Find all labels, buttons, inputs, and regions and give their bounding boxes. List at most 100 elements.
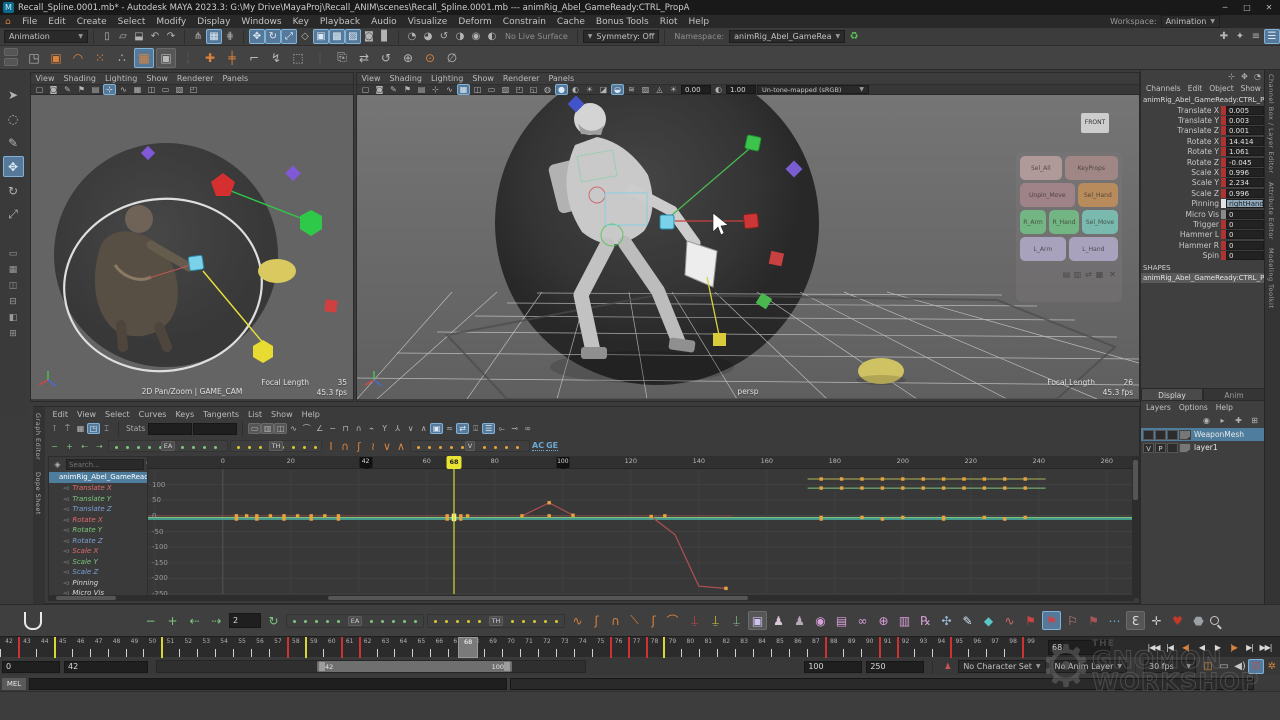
ab-tangent-flat-icon[interactable]: ⌒ — [663, 611, 682, 630]
layout-two-stacked-icon[interactable]: ⊟ — [3, 295, 24, 309]
vp-left-menu-view[interactable]: View — [31, 74, 59, 83]
channel-name[interactable]: Rotate Y — [1141, 147, 1221, 156]
motion-trail-icon[interactable]: ◠ — [68, 48, 88, 68]
cb-manip-icon[interactable]: ✥ — [1238, 71, 1251, 82]
cb-menu-edit[interactable]: Edit — [1185, 84, 1206, 93]
tangent-fixed-icon[interactable]: Ⅰ — [324, 439, 338, 454]
ab-th-chip[interactable]: TH — [489, 616, 504, 626]
select-box-tool-icon[interactable]: ▣ — [748, 611, 767, 630]
timeline-key-91[interactable] — [879, 637, 881, 658]
time-slider[interactable]: 4243444546474849505152535455565758596061… — [0, 636, 1280, 657]
ge-lock-weights-icon[interactable]: ∧ — [417, 423, 430, 434]
range-end-handle[interactable] — [504, 662, 510, 671]
loop-icon[interactable]: ↻ — [264, 611, 283, 630]
cb-menu-object[interactable]: Object — [1206, 84, 1236, 93]
layer-name[interactable]: layer1 — [1192, 443, 1218, 452]
grid-snap-shelf-icon[interactable]: ▦ — [134, 48, 154, 68]
ge-auto-tangent-icon[interactable]: ⌁ — [365, 423, 378, 434]
select-hierarchy-icon[interactable]: ⋔ — [190, 29, 206, 44]
time-bookmark-42[interactable]: 42 — [359, 457, 372, 468]
home-icon[interactable]: ⌂ — [5, 17, 11, 27]
ge-clamped-icon[interactable]: ⌒ — [300, 423, 313, 434]
ac-button[interactable]: AC — [532, 441, 544, 451]
picker-button-sel-all[interactable]: Sel_All — [1020, 156, 1062, 180]
step-size-field[interactable]: 2 — [229, 613, 261, 628]
vp-left-menu-show[interactable]: Show — [142, 74, 173, 83]
vp-left-menu-shading[interactable]: Shading — [59, 74, 101, 83]
layer-display-type-toggle[interactable] — [1167, 443, 1178, 453]
ge-channel-row[interactable]: ◅Scale X — [49, 546, 147, 557]
ge-stack-curves-icon[interactable]: ☰ — [482, 423, 495, 434]
cyan-cube-control[interactable] — [188, 255, 204, 271]
channel-value-field[interactable]: 0.996 — [1226, 168, 1264, 177]
vpc-camera-attrs-icon[interactable]: ✎ — [387, 84, 400, 95]
snap-rotate-icon[interactable]: ↻ — [265, 29, 281, 44]
layer-name[interactable]: WeaponMesh — [1192, 430, 1244, 439]
timeline-key-76[interactable] — [610, 637, 612, 658]
menu-modify[interactable]: Modify — [151, 17, 192, 27]
channel-value-field[interactable]: 0 — [1226, 241, 1264, 250]
vpc-safe-title-icon[interactable]: ◱ — [527, 84, 540, 95]
channel-value-field[interactable]: -0.045 — [1226, 158, 1264, 167]
ge-step-icon[interactable]: ⊓ — [339, 423, 352, 434]
ge-channel-row[interactable]: ◅Pinning — [49, 578, 147, 589]
rotate-tool-icon[interactable]: ↻ — [3, 180, 24, 201]
tab-channel-box-layer-editor[interactable]: Channel Box / Layer Editor — [1265, 70, 1277, 178]
layer-playback-toggle[interactable]: P — [1155, 443, 1166, 453]
tangent-stepped-icon[interactable]: ∧ — [394, 439, 408, 454]
channel-value-field[interactable]: 2.234 — [1226, 178, 1264, 187]
vpc-motionblur-icon[interactable]: ≋ — [625, 84, 638, 95]
channel-value-field[interactable]: 0.005 — [1226, 106, 1264, 115]
vpc-grease-icon[interactable]: ∿ — [443, 84, 456, 95]
vpc-isolate-icon[interactable]: ◬ — [653, 84, 666, 95]
ab-add-key-icon[interactable]: + — [163, 611, 182, 630]
ge-isolate-select-icon[interactable]: ▣ — [430, 423, 443, 434]
ab-tangent-spline-icon[interactable]: ʃ — [587, 611, 606, 630]
undo-icon[interactable]: ↶ — [147, 29, 163, 44]
layer-playback-icon[interactable]: ▸ — [1216, 415, 1229, 426]
yellow-blob-control[interactable] — [258, 259, 296, 283]
channel-mute-icon[interactable]: ◅ — [63, 516, 68, 524]
cb-pin-icon[interactable]: ⊹ — [1225, 71, 1238, 82]
bake-anim-icon[interactable]: ⬚ — [288, 48, 308, 68]
layer-menu-layers[interactable]: Layers — [1143, 403, 1174, 412]
playblast-btn-icon[interactable]: ▭ — [1216, 659, 1232, 674]
ge-button[interactable]: GE — [546, 441, 558, 451]
timeline-key-79[interactable] — [663, 637, 665, 658]
layer-color-swatch[interactable] — [1179, 443, 1191, 453]
menu-cache[interactable]: Cache — [551, 17, 590, 27]
namespace-refresh-icon[interactable]: ♻ — [846, 29, 862, 44]
namespace-dropdown[interactable]: animRig_Abel_GameRea▼ — [729, 30, 845, 43]
channel-name[interactable]: Translate Z — [1141, 126, 1221, 135]
more-options-icon[interactable]: ⋯ — [1105, 611, 1124, 630]
timeline-key-59[interactable] — [305, 637, 307, 658]
picker-button-r-arm[interactable]: R_Arm — [1020, 210, 1046, 234]
ge-menu-curves[interactable]: Curves — [134, 410, 171, 419]
menu-select[interactable]: Select — [112, 17, 151, 27]
open-scene-icon[interactable]: ▱ — [115, 29, 131, 44]
maximize-button[interactable]: □ — [1236, 3, 1258, 12]
outliner-hscrollbar[interactable] — [48, 595, 148, 601]
ge-channel-name[interactable]: Pinning — [72, 579, 98, 587]
ab-next-key-icon[interactable]: ⇢ — [207, 611, 226, 630]
ge-menu-edit[interactable]: Edit — [48, 410, 73, 419]
layout-persp-outliner-icon[interactable]: ◧ — [3, 311, 24, 325]
graph-editor-time-ruler[interactable]: 02060801201401601802002202402604210068 — [148, 456, 1134, 469]
layer-new-selected-icon[interactable]: ⊞ — [1248, 415, 1261, 426]
ge-frame-playback-icon[interactable]: ▥ — [261, 423, 274, 434]
gamma-icon[interactable]: ◐ — [712, 84, 725, 95]
ge-region-tool-icon[interactable]: ◳ — [87, 423, 100, 434]
ge-add-key-icon[interactable]: + — [63, 441, 76, 452]
render-iprtoggle-icon[interactable]: ◑ — [452, 29, 468, 44]
snap-plane-icon[interactable]: ▨ — [345, 29, 361, 44]
outliner-root-node[interactable]: animRig_Abel_GameReady — [49, 472, 147, 483]
timing-diamond-icon[interactable]: ◆ — [979, 611, 998, 630]
stats-frame-field[interactable] — [148, 423, 192, 435]
rig-toggle-icon[interactable]: ℞ — [916, 611, 935, 630]
ge-unify-tangents-icon[interactable]: ⅄ — [391, 423, 404, 434]
vpc-xray-icon[interactable]: ▨ — [639, 84, 652, 95]
epsilon-tool-icon[interactable]: Ɛ — [1126, 611, 1145, 630]
lasso-tool-icon[interactable]: ◌ — [3, 108, 24, 129]
symmetry-dropdown[interactable]: ▼Symmetry: Off — [583, 30, 660, 43]
channel-search-input[interactable] — [66, 459, 144, 470]
